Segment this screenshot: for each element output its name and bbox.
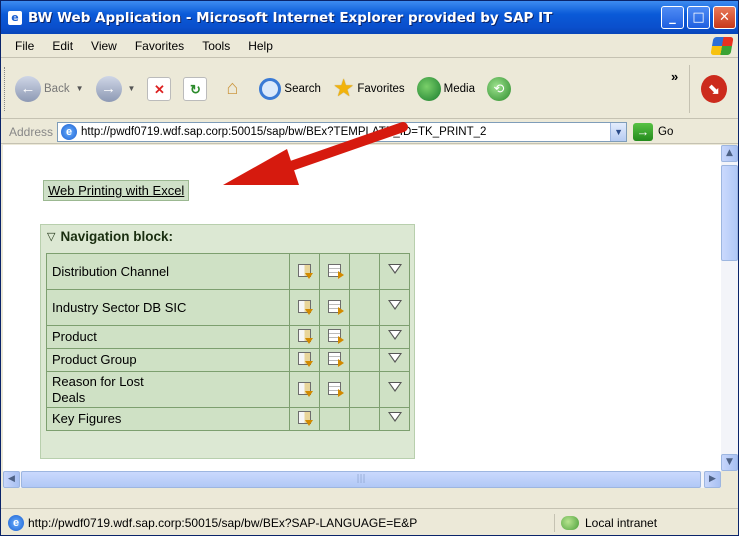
browser-window: e BW Web Application - Microsoft Interne…: [0, 0, 739, 536]
annotation-arrow: [223, 122, 408, 185]
